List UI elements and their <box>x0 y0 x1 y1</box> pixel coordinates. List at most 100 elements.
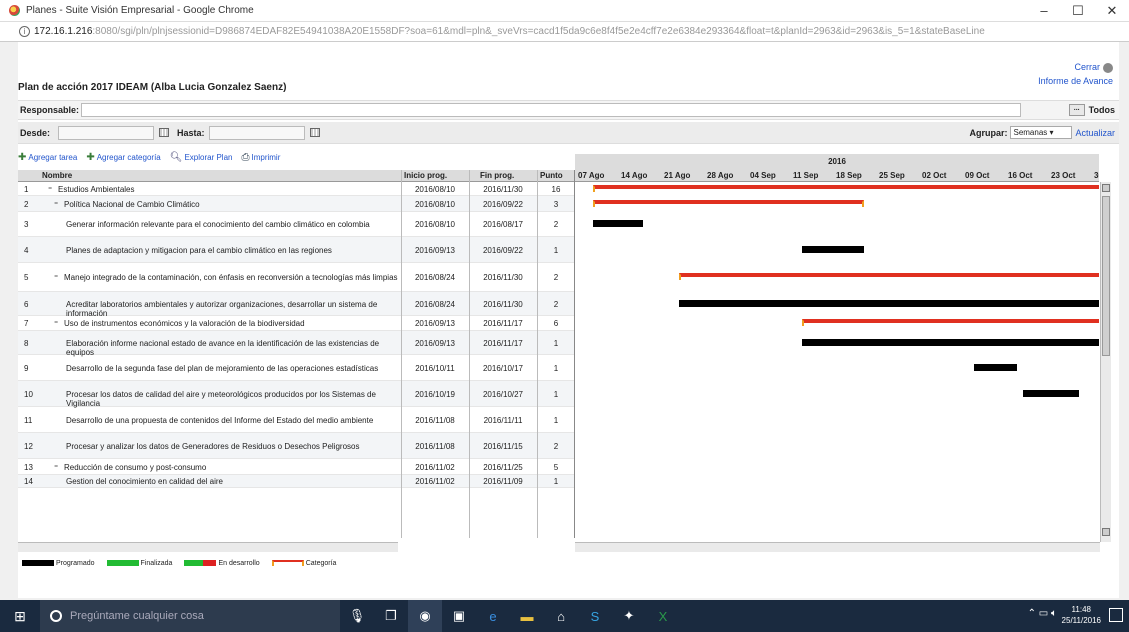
task-name: Desarrollo de la segunda fase del plan d… <box>66 363 379 373</box>
table-row[interactable]: 8 Elaboración informe nacional estado de … <box>18 331 574 357</box>
table-row[interactable]: 6 Acreditar laboratorios ambientales y au… <box>18 292 574 318</box>
table-row[interactable]: 10 Procesar los datos de calidad del aire… <box>18 381 574 408</box>
table-row[interactable]: 11 Desarrollo de una propuesta de conteni… <box>18 407 574 433</box>
browser-title-bar: Planes - Suite Visión Empresarial - Goog… <box>0 0 1129 22</box>
desde-input[interactable] <box>58 125 155 140</box>
points: 2 <box>553 299 559 309</box>
responsable-input[interactable] <box>81 103 1022 117</box>
end-date: 2016/09/22 <box>482 199 524 209</box>
agrupar-select[interactable]: Semanas ▾ <box>1010 126 1073 139</box>
gantt-task-bar[interactable] <box>679 299 1099 307</box>
points: 6 <box>553 319 559 328</box>
table-row[interactable]: 9 Desarrollo de la segunda fase del plan … <box>18 355 574 381</box>
address-bar[interactable]: i 172.16.1.216 :8080/sgi/pln/plnjsession… <box>0 22 1129 42</box>
col-inicio[interactable]: Inicio prog. <box>404 170 447 182</box>
printer-icon: ⎙ <box>241 151 250 163</box>
week-label: 07 Ago <box>578 171 605 180</box>
points: 1 <box>553 477 559 486</box>
maximize-button[interactable]: ☐ <box>1061 3 1095 19</box>
gantt-vertical-scrollbar[interactable] <box>1100 182 1111 542</box>
table-row[interactable]: 3 Generar información relevante para el c… <box>18 212 574 237</box>
gantt-category-bar[interactable] <box>593 185 1099 192</box>
close-window-button[interactable]: ✕ <box>1095 3 1129 19</box>
clock[interactable]: 11:48 25/11/2016 <box>1062 604 1101 626</box>
skype-icon[interactable]: S <box>578 600 612 632</box>
week-label: 16 Oct <box>1008 171 1033 180</box>
add-task-button[interactable]: ✚ Agregar tarea <box>18 152 77 163</box>
legend-desarrollo-swatch <box>184 560 217 566</box>
points: 2 <box>553 273 559 282</box>
url-host: 172.16.1.216 <box>34 26 93 37</box>
actualizar-link[interactable]: Actualizar <box>1075 128 1115 138</box>
calendar-icon[interactable] <box>159 128 170 137</box>
gantt-task-bar[interactable] <box>802 338 1099 346</box>
todos-picker-button[interactable]: ... <box>1068 104 1085 116</box>
gantt-task-bar[interactable] <box>593 220 643 227</box>
col-fin[interactable]: Fin prog. <box>480 170 514 182</box>
store-icon[interactable]: ⌂ <box>544 600 578 632</box>
gantt-task-bar[interactable] <box>1023 389 1079 397</box>
points: 2 <box>553 220 559 229</box>
gantt-horizontal-scrollbar[interactable] <box>575 542 1100 552</box>
table-row[interactable]: 1 ⁼ Estudios Ambientales 2016/08/10 2016/11/… <box>18 183 574 196</box>
col-nombre[interactable]: Nombre <box>42 170 72 182</box>
info-icon[interactable]: i <box>19 26 30 37</box>
chrome-taskbar-icon[interactable]: ◉ <box>408 600 442 632</box>
table-row[interactable]: 14 Gestion del conocimiento en calidad de… <box>18 475 574 488</box>
calendar-icon[interactable] <box>309 128 320 137</box>
grid-horizontal-scrollbar[interactable] <box>18 542 398 552</box>
gantt-category-bar[interactable] <box>802 319 1099 326</box>
end-date: 2016/10/27 <box>482 389 524 399</box>
task-name: Política Nacional de Cambio Climático <box>64 199 200 209</box>
end-date: 2016/11/17 <box>483 338 523 348</box>
task-name: Estudios Ambientales <box>58 185 135 194</box>
clock-date: 25/11/2016 <box>1061 616 1101 625</box>
table-row[interactable]: 13 ⁼ Reducción de consumo y post-consumo 20… <box>18 459 574 475</box>
windows-start-icon[interactable]: ⊞ <box>0 608 40 625</box>
explore-plan-button[interactable]: 🔍︎ Explorar Plan <box>170 152 233 163</box>
close-link[interactable]: Cerrar <box>1074 62 1100 72</box>
page-title: Plan de acción 2017 IDEAM (Alba Lucia Go… <box>18 82 287 93</box>
edge-icon[interactable]: e <box>476 600 510 632</box>
task-name: Acreditar laboratorios ambientales y aut… <box>66 299 378 318</box>
notifications-icon[interactable] <box>1109 608 1123 622</box>
end-date: 2016/11/15 <box>483 441 523 451</box>
close-circle-icon[interactable] <box>1103 62 1113 73</box>
week-label: 28 Ago <box>707 171 734 180</box>
start-date: 2016/09/13 <box>414 245 456 255</box>
table-row[interactable]: 2 ⁼ Política Nacional de Cambio Climático 2… <box>18 196 574 212</box>
add-category-button[interactable]: ✚ Agregar categoría <box>86 152 160 163</box>
table-row[interactable]: 7 ⁼ Uso de instrumentos económicos y la va… <box>18 316 574 331</box>
minimize-button[interactable]: – <box>1027 3 1061 18</box>
gantt-category-bar[interactable] <box>593 199 864 207</box>
week-label: 21 Ago <box>664 171 691 180</box>
table-row[interactable]: 4 Planes de adaptacion y mitigacion para … <box>18 237 574 263</box>
task-view-icon[interactable]: ❐ <box>374 600 408 632</box>
plan-toolbar: ✚ Agregar tarea ✚ Agregar categoría 🔍︎ Expl… <box>18 150 289 164</box>
scroll-down-arrow[interactable] <box>1102 528 1110 536</box>
print-button[interactable]: ⎙ Imprimir <box>241 152 280 163</box>
task-name: Procesar los datos de calidad del aire y… <box>66 389 376 408</box>
report-link[interactable]: Informe de Avance <box>1038 74 1113 88</box>
system-tray[interactable]: ⌃ ▭ 🔈︎ <box>1028 608 1057 619</box>
excel-icon[interactable]: X <box>646 600 680 632</box>
table-row[interactable]: 12 Procesar y analizar los datos de Gener… <box>18 433 574 459</box>
gantt-category-bar[interactable] <box>679 273 1099 280</box>
task-name: Procesar y analizar los datos de Generad… <box>66 441 360 451</box>
points: 1 <box>553 415 559 425</box>
hasta-input[interactable] <box>208 125 305 140</box>
scroll-up-arrow[interactable] <box>1102 184 1110 192</box>
cortana-search[interactable]: Pregúntame cualquier cosa <box>40 600 340 632</box>
microphone-icon[interactable]: 🎙︎ <box>340 600 374 632</box>
header-links: Cerrar Informe de Avance <box>1038 60 1113 88</box>
app-icon[interactable]: ✦ <box>612 600 646 632</box>
col-punto[interactable]: Punto <box>540 170 563 182</box>
start-date: 2016/08/10 <box>414 199 456 209</box>
app-taskbar-icon[interactable]: ▣ <box>442 600 476 632</box>
file-explorer-icon[interactable]: ▬ <box>510 600 544 632</box>
table-row[interactable]: 5 ⁼ Manejo integrado de la contaminación, … <box>18 263 574 292</box>
scroll-thumb[interactable] <box>1102 196 1110 356</box>
grid-divider <box>401 170 402 538</box>
gantt-task-bar[interactable] <box>802 245 864 253</box>
gantt-task-bar[interactable] <box>974 363 1018 371</box>
